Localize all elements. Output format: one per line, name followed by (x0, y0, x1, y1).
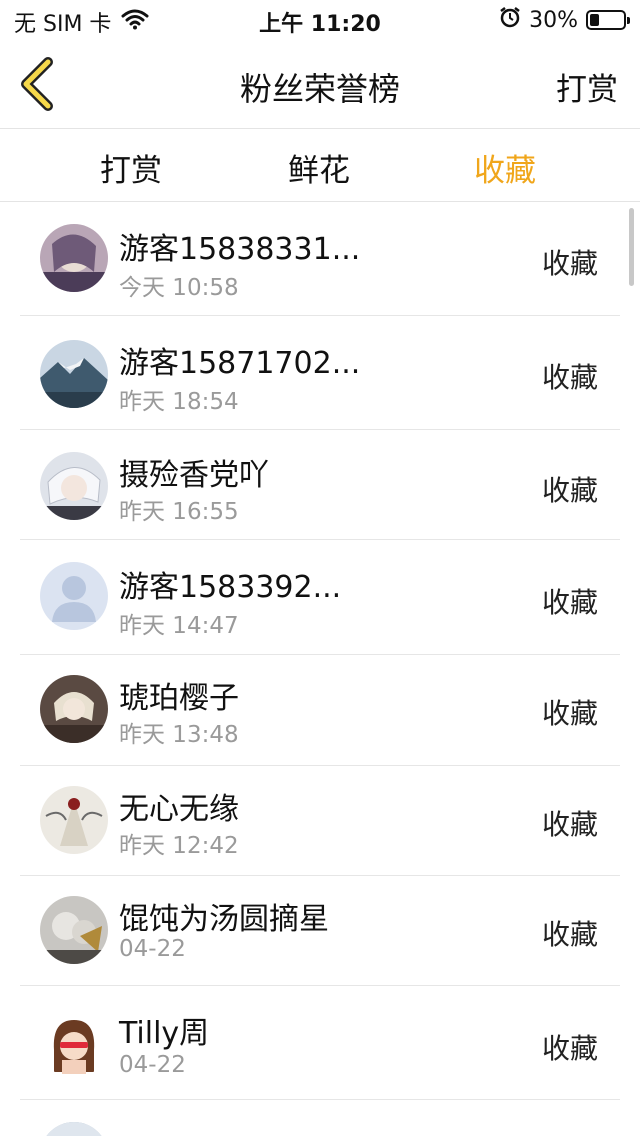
avatar (40, 562, 108, 630)
user-name: Tilly周 (119, 1016, 210, 1051)
favorite-label: 收藏 (541, 918, 598, 951)
user-name: 馄饨为汤圆摘星 (119, 902, 329, 937)
tab-reward[interactable]: 打赏 (61, 145, 201, 190)
list-item[interactable]: Tilly周 04-22 收藏 (20, 986, 620, 1100)
fan-list[interactable]: 游客15838331... 今天 10:58 收藏 游客15871702... … (0, 202, 640, 1136)
favorite-label: 收藏 (541, 586, 598, 619)
list-item[interactable]: 琥珀樱子 昨天 13:48 收藏 (20, 655, 620, 766)
timestamp: 昨天 13:48 (119, 722, 239, 748)
tab-flowers[interactable]: 鲜花 (249, 145, 389, 190)
favorite-label: 收藏 (541, 697, 598, 730)
reward-button[interactable]: 打赏 (556, 64, 618, 109)
nav-bar: 粉丝荣誉榜 打赏 (0, 40, 640, 129)
avatar (40, 1010, 108, 1078)
favorite-label: 收藏 (541, 1032, 598, 1065)
battery-icon (586, 10, 630, 30)
status-bar: 无 SIM 卡 上午 11:20 30% (0, 0, 640, 40)
favorite-label: 收藏 (541, 361, 598, 394)
user-name: 游客15871702... (119, 346, 361, 381)
user-name: 摄殓香党吖 (119, 458, 269, 493)
avatar (40, 340, 108, 408)
avatar (40, 896, 108, 964)
favorite-label: 收藏 (541, 247, 598, 280)
tab-bar: 打赏 鲜花 收藏 (0, 129, 640, 202)
timestamp: 昨天 14:47 (119, 613, 239, 639)
list-item[interactable]: 游客15871702... 昨天 18:54 收藏 (20, 316, 620, 430)
alarm-icon (499, 6, 521, 34)
avatar (40, 675, 108, 743)
page-title: 粉丝荣誉榜 (239, 70, 400, 108)
list-item[interactable]: 馄饨为汤圆摘星 04-22 收藏 (20, 876, 620, 986)
timestamp: 昨天 16:55 (119, 499, 239, 525)
list-item[interactable]: 无心无缘 昨天 12:42 收藏 (20, 766, 620, 876)
avatar (40, 224, 108, 292)
scrollbar[interactable] (629, 208, 634, 286)
avatar (40, 786, 108, 854)
avatar (40, 1122, 108, 1136)
favorite-label: 收藏 (541, 808, 598, 841)
timestamp: 今天 10:58 (119, 275, 239, 301)
status-right: 30% (499, 6, 630, 34)
list-item[interactable]: 游客1583392... 昨天 14:47 收藏 (20, 540, 620, 655)
battery-percent: 30% (529, 7, 578, 33)
user-name: 琥珀樱子 (119, 681, 239, 716)
user-name: 游客15838331... (119, 232, 361, 267)
list-item[interactable] (20, 1100, 620, 1136)
list-item[interactable]: 摄殓香党吖 昨天 16:55 收藏 (20, 430, 620, 540)
user-name: 无心无缘 (119, 792, 239, 827)
timestamp: 04-22 (119, 1052, 186, 1078)
avatar (40, 452, 108, 520)
timestamp: 04-22 (119, 936, 186, 962)
list-item[interactable]: 游客15838331... 今天 10:58 收藏 (20, 202, 620, 316)
tab-favorites[interactable]: 收藏 (435, 145, 575, 190)
user-name: 游客1583392... (119, 570, 342, 605)
timestamp: 昨天 18:54 (119, 389, 239, 415)
timestamp: 昨天 12:42 (119, 833, 239, 859)
favorite-label: 收藏 (541, 474, 598, 507)
